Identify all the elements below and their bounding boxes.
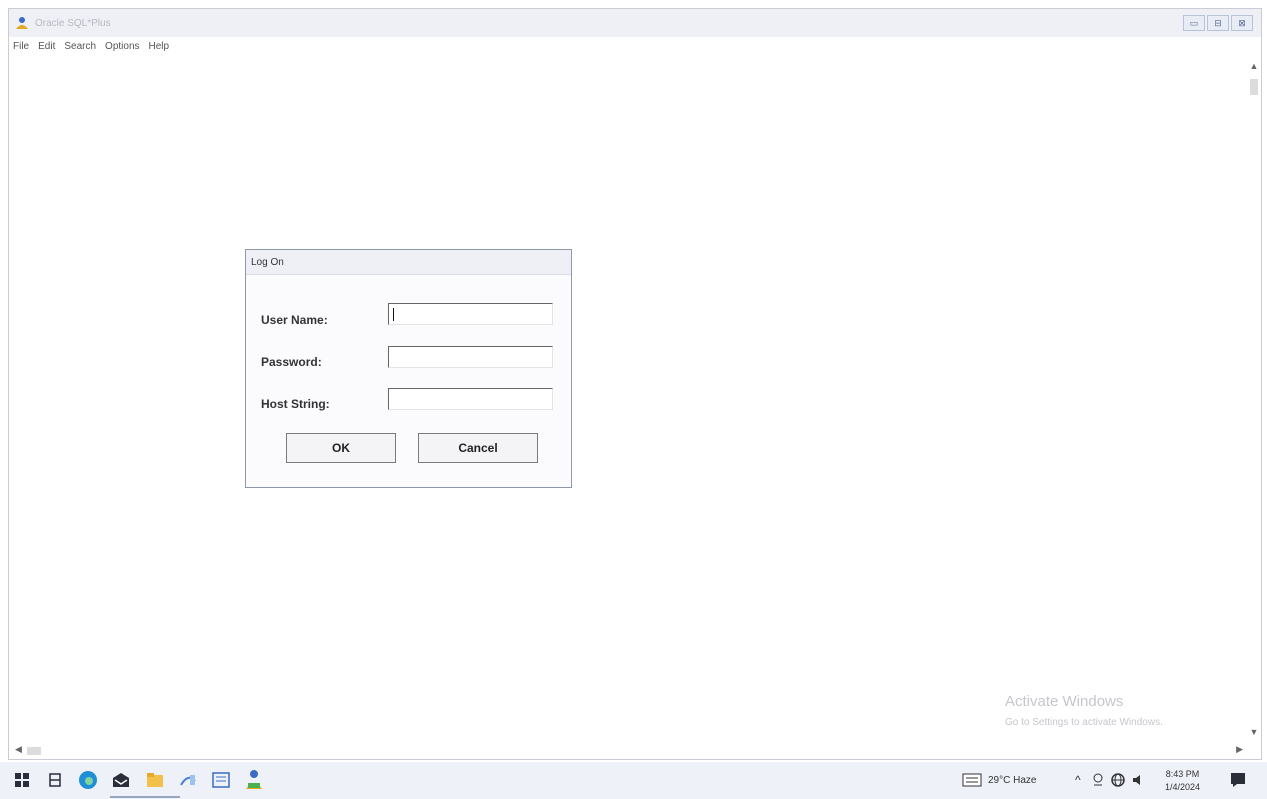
sql-developer-icon[interactable] [176,768,200,792]
vertical-scroll-thumb[interactable] [1250,79,1258,95]
scroll-up-icon[interactable]: ▲ [1247,61,1261,71]
menu-file[interactable]: File [13,41,29,52]
horizontal-scrollbar[interactable]: ◀ ▶ [9,743,1247,759]
minimize-icon: ▭ [1189,17,1199,28]
watermark-subtitle: Go to Settings to activate Windows. [1005,717,1163,728]
text-caret [393,308,394,321]
user-name-label: User Name: [261,313,328,327]
watermark-title: Activate Windows [1005,693,1124,710]
sqlplus-app-icon [16,17,28,29]
weather-text[interactable]: 29°C Haze [988,775,1036,786]
ok-button-label: OK [332,441,350,455]
maximize-icon: ⊟ [1214,17,1222,28]
horizontal-scroll-thumb[interactable] [27,747,41,755]
password-input[interactable] [388,346,553,368]
show-hidden-icons-icon[interactable]: ^ [1075,773,1081,787]
file-explorer-icon[interactable] [143,768,167,792]
taskbar: 29°C Haze ^ 8:43 PM 1/4/2024 [0,762,1267,799]
host-string-label: Host String: [261,397,330,411]
vertical-scrollbar[interactable]: ▲ ▼ [1247,55,1261,743]
log-on-dialog: Log On User Name: Password: Host String:… [245,249,572,488]
mail-icon[interactable] [109,768,133,792]
cancel-button-label: Cancel [458,441,498,455]
system-clock[interactable]: 8:43 PM 1/4/2024 [1165,768,1200,794]
cancel-button[interactable]: Cancel [418,433,538,463]
menu-options[interactable]: Options [105,41,139,52]
menu-search[interactable]: Search [64,41,96,52]
clock-date: 1/4/2024 [1165,782,1201,792]
ok-button[interactable]: OK [286,433,396,463]
window-title: Oracle SQL*Plus [35,18,111,29]
sqlplus-window: Oracle SQL*Plus ▭ ⊟ ⊠ File Edit Search O… [8,8,1262,760]
menu-help[interactable]: Help [149,41,170,52]
taskbar-active-indicator [110,796,180,798]
volume-icon[interactable] [1126,768,1150,792]
weather-icon[interactable] [960,768,984,792]
scroll-left-icon[interactable]: ◀ [15,744,22,755]
close-button[interactable]: ⊠ [1231,15,1253,31]
scroll-right-icon[interactable]: ▶ [1236,744,1243,755]
menu-bar: File Edit Search Options Help [9,37,1261,55]
forms-icon[interactable] [209,768,233,792]
dialog-title: Log On [251,257,284,268]
activate-windows-watermark: Activate Windows Go to Settings to activ… [1005,693,1163,728]
close-icon: ⊠ [1238,17,1246,28]
task-view-icon[interactable] [43,768,67,792]
minimize-button[interactable]: ▭ [1183,15,1205,31]
notification-icon[interactable] [1226,768,1250,792]
scroll-down-icon[interactable]: ▼ [1247,727,1261,737]
sqlplus-output-area[interactable] [9,55,1247,743]
host-string-input[interactable] [388,388,553,410]
password-label: Password: [261,355,322,369]
clock-time: 8:43 PM [1165,769,1200,779]
menu-edit[interactable]: Edit [38,41,55,52]
title-bar[interactable]: Oracle SQL*Plus ▭ ⊟ ⊠ [9,9,1261,37]
windows-start-icon[interactable] [10,768,34,792]
edge-icon[interactable] [76,768,100,792]
sqlplus-icon[interactable] [242,768,266,792]
maximize-button[interactable]: ⊟ [1207,15,1229,31]
user-name-input[interactable] [388,303,553,325]
dialog-title-bar[interactable]: Log On [246,250,571,275]
